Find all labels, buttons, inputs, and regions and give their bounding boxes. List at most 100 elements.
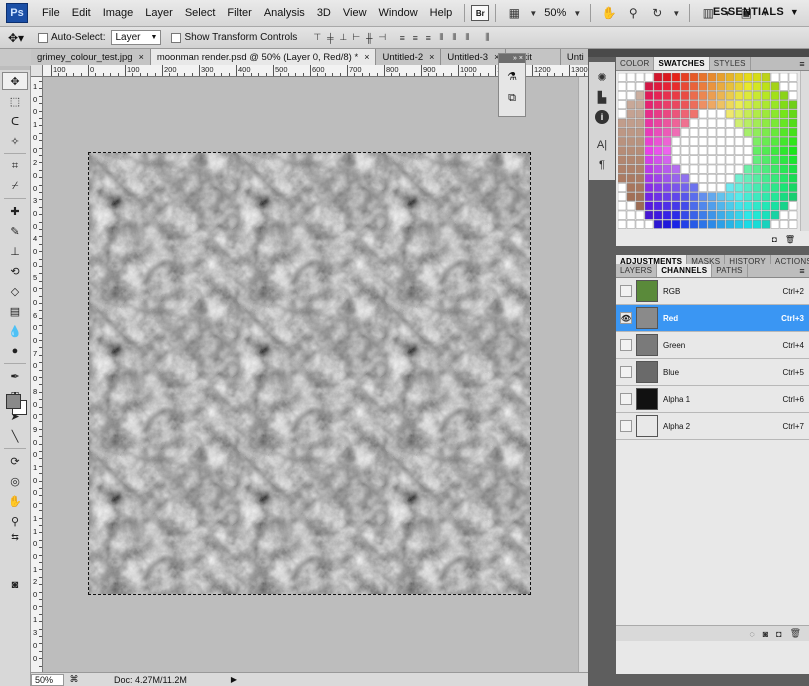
swatch-cell[interactable] bbox=[653, 219, 663, 229]
swatch-cell[interactable] bbox=[680, 100, 690, 110]
trash-icon[interactable]: 🗑 bbox=[790, 628, 801, 639]
swatch-cell[interactable] bbox=[707, 164, 717, 174]
swatch-cell[interactable] bbox=[626, 164, 636, 174]
info-icon[interactable]: i bbox=[595, 110, 609, 124]
swatch-cell[interactable] bbox=[662, 192, 672, 201]
swatch-cell[interactable] bbox=[653, 128, 663, 137]
close-icon[interactable]: × bbox=[364, 52, 369, 62]
distribute-right-icon[interactable]: ⫴ bbox=[461, 31, 473, 45]
swatch-cell[interactable] bbox=[788, 164, 798, 174]
swatch-cell[interactable] bbox=[644, 118, 654, 128]
swatch-cell[interactable] bbox=[743, 164, 753, 174]
swatch-cell[interactable] bbox=[680, 173, 690, 183]
swatch-cell[interactable] bbox=[698, 183, 708, 192]
swatch-cell[interactable] bbox=[761, 173, 771, 183]
menu-select[interactable]: Select bbox=[179, 7, 222, 19]
swatch-cell[interactable] bbox=[770, 192, 780, 201]
panel-collapse-bar[interactable] bbox=[616, 49, 809, 57]
vertical-ruler[interactable]: 1 0 0 1 0 0 2 0 0 3 0 0 4 0 0 5 0 0 6 0 0 7 0 0 8 0 0 9 0 0 1 0 0 0 1 1 0 0 1 2… bbox=[31, 77, 43, 672]
swatch-cell[interactable] bbox=[698, 219, 708, 229]
swatch-cell[interactable] bbox=[734, 146, 744, 155]
swatch-cell[interactable] bbox=[680, 192, 690, 201]
swatch-cell[interactable] bbox=[680, 109, 690, 119]
swatch-cell[interactable] bbox=[761, 219, 771, 229]
eraser-tool-icon[interactable]: ◇ bbox=[2, 282, 28, 300]
gradient-tool-icon[interactable]: ▤ bbox=[2, 302, 28, 320]
chevron-down-icon[interactable]: ▼ bbox=[528, 4, 538, 22]
swatch-cell[interactable] bbox=[725, 100, 735, 110]
canvas-vertical-scrollbar[interactable] bbox=[578, 77, 588, 672]
swatch-cell[interactable] bbox=[671, 201, 681, 211]
swatch-cell[interactable] bbox=[716, 81, 726, 91]
clone-stamp-tool-icon[interactable]: ⊥ bbox=[2, 242, 28, 260]
swatch-cell[interactable] bbox=[635, 164, 645, 174]
swatch-cell[interactable] bbox=[725, 81, 735, 91]
swatch-cell[interactable] bbox=[779, 219, 789, 229]
swatch-grid[interactable] bbox=[618, 73, 798, 231]
align-bottom-edges-icon[interactable]: ⊥ bbox=[337, 31, 349, 45]
channel-row-blue[interactable]: Blue Ctrl+5 bbox=[616, 359, 809, 386]
menu-layer[interactable]: Layer bbox=[139, 7, 179, 19]
panel-menu-icon[interactable]: ≡ bbox=[795, 264, 809, 277]
swatch-cell[interactable] bbox=[725, 91, 735, 100]
visibility-eye-icon[interactable] bbox=[620, 420, 632, 432]
swatch-cell[interactable] bbox=[644, 192, 654, 201]
swatch-cell[interactable] bbox=[626, 146, 636, 155]
distribute-hcenter-icon[interactable]: ⫴ bbox=[448, 31, 460, 45]
status-zoom-field[interactable]: 50% bbox=[31, 673, 64, 686]
swatch-cell[interactable] bbox=[734, 192, 744, 201]
swatch-cell[interactable] bbox=[662, 164, 672, 174]
swatch-cell[interactable] bbox=[788, 81, 798, 91]
swatch-cell[interactable] bbox=[734, 173, 744, 183]
swatch-cell[interactable] bbox=[662, 210, 672, 220]
swatch-cell[interactable] bbox=[779, 81, 789, 91]
swatch-cell[interactable] bbox=[635, 109, 645, 119]
menu-view[interactable]: View bbox=[337, 7, 373, 19]
tab-grimey-colour-test[interactable]: grimey_colour_test.jpg × bbox=[31, 49, 151, 65]
swatch-cell[interactable] bbox=[635, 137, 645, 146]
swatch-cell[interactable] bbox=[716, 155, 726, 165]
swatch-cell[interactable] bbox=[618, 201, 627, 211]
swatch-cell[interactable] bbox=[689, 100, 699, 110]
distribute-vcenter-icon[interactable]: ≡ bbox=[409, 31, 421, 45]
swatch-cell[interactable] bbox=[671, 219, 681, 229]
swatch-cell[interactable] bbox=[626, 73, 636, 82]
swatch-cell[interactable] bbox=[761, 192, 771, 201]
swatch-cell[interactable] bbox=[618, 210, 627, 220]
swatch-cell[interactable] bbox=[618, 155, 627, 165]
crop-tool-icon[interactable]: ⌗ bbox=[2, 157, 28, 175]
channel-row-green[interactable]: Green Ctrl+4 bbox=[616, 332, 809, 359]
swatch-cell[interactable] bbox=[653, 183, 663, 192]
brush-tool-icon[interactable]: ✎ bbox=[2, 222, 28, 240]
swatch-cell[interactable] bbox=[779, 100, 789, 110]
swatch-cell[interactable] bbox=[770, 137, 780, 146]
swatch-cell[interactable] bbox=[707, 109, 717, 119]
swatch-cell[interactable] bbox=[644, 109, 654, 119]
swatch-cell[interactable] bbox=[788, 146, 798, 155]
swatch-cell[interactable] bbox=[743, 100, 753, 110]
swatch-cell[interactable] bbox=[707, 210, 717, 220]
swatch-cell[interactable] bbox=[761, 109, 771, 119]
swatch-cell[interactable] bbox=[618, 109, 627, 119]
swatch-cell[interactable] bbox=[752, 137, 762, 146]
clone-source-icon[interactable]: ⧉ bbox=[502, 89, 522, 107]
swatch-cell[interactable] bbox=[761, 137, 771, 146]
swatch-cell[interactable] bbox=[779, 118, 789, 128]
swatch-cell[interactable] bbox=[662, 173, 672, 183]
swatch-cell[interactable] bbox=[662, 201, 672, 211]
channel-row-rgb[interactable]: RGB Ctrl+2 bbox=[616, 278, 809, 305]
swatch-cell[interactable] bbox=[671, 137, 681, 146]
swatch-cell[interactable] bbox=[653, 164, 663, 174]
swatch-cell[interactable] bbox=[752, 109, 762, 119]
swatch-cell[interactable] bbox=[788, 183, 798, 192]
lasso-tool-icon[interactable]: ᑕ bbox=[2, 112, 28, 130]
menu-help[interactable]: Help bbox=[424, 7, 459, 19]
swatch-cell[interactable] bbox=[618, 219, 627, 229]
swatch-cell[interactable] bbox=[689, 146, 699, 155]
menu-window[interactable]: Window bbox=[373, 7, 424, 19]
swatch-cell[interactable] bbox=[770, 201, 780, 211]
swatch-cell[interactable] bbox=[698, 73, 708, 82]
swatch-cell[interactable] bbox=[788, 128, 798, 137]
swatch-cell[interactable] bbox=[743, 201, 753, 211]
move-tool-preset-icon[interactable]: ✥▾ bbox=[8, 29, 38, 47]
